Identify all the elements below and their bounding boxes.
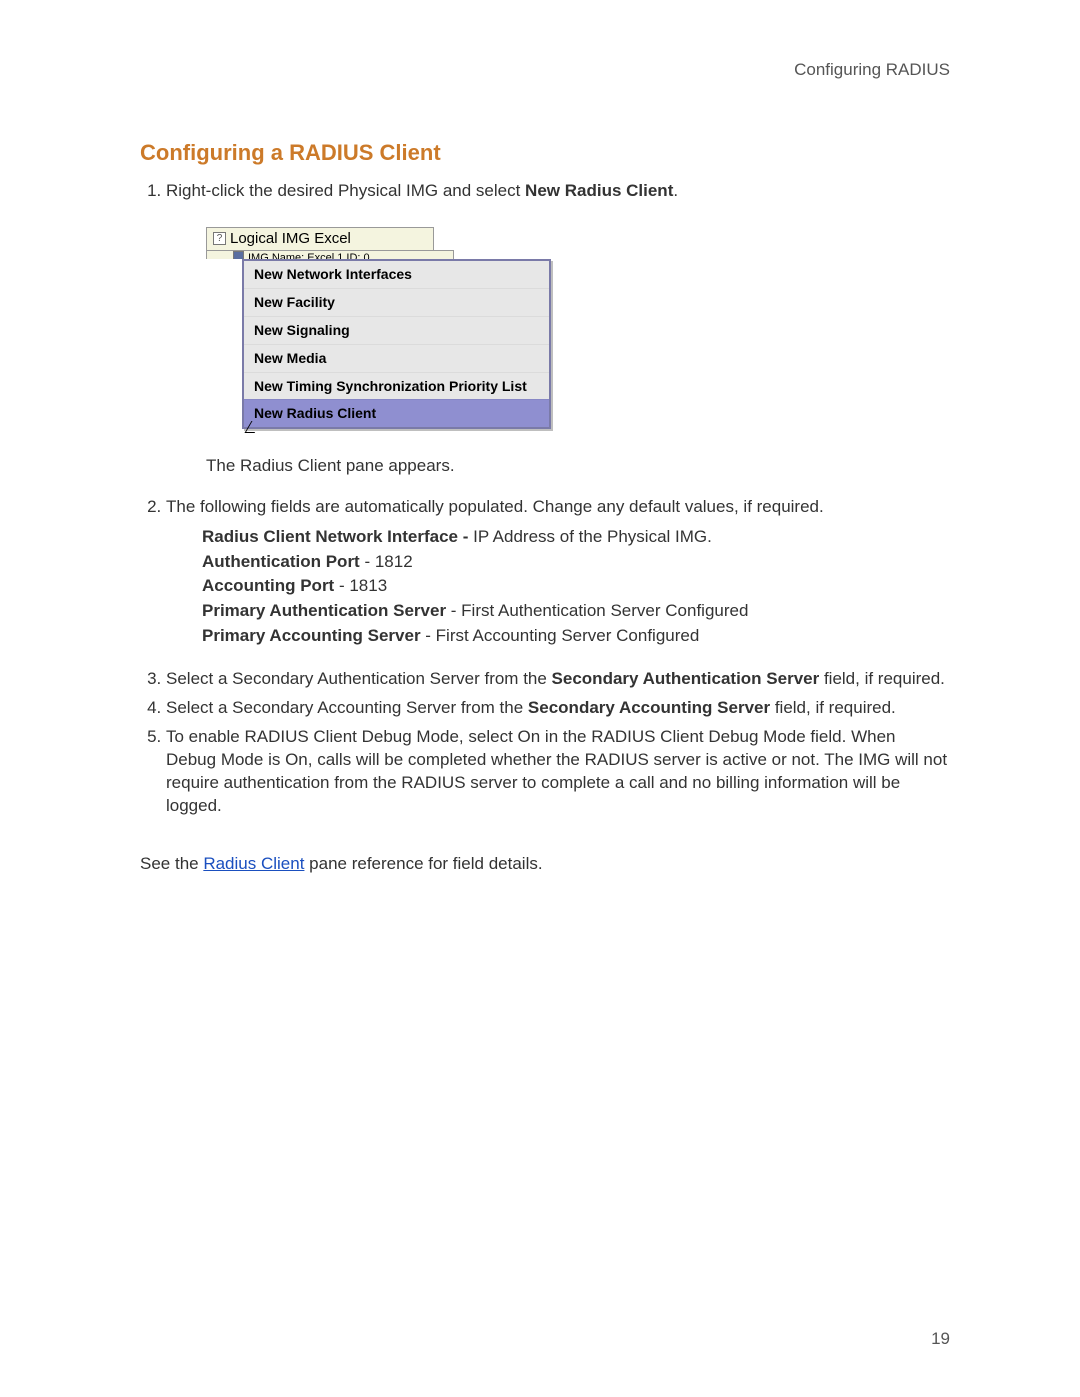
field-primary-auth: Primary Authentication Server - First Au…: [202, 599, 950, 624]
footer-after: pane reference for field details.: [304, 854, 542, 873]
field-rni-value: IP Address of the Physical IMG.: [468, 527, 711, 546]
field-primary-acct-value: - First Accounting Server Configured: [421, 626, 700, 645]
field-rni: Radius Client Network Interface - IP Add…: [202, 525, 950, 550]
tree-node-logical-img: ? Logical IMG Excel: [206, 227, 434, 250]
radius-client-link[interactable]: Radius Client: [203, 854, 304, 873]
running-header: Configuring RADIUS: [140, 60, 950, 80]
footer-before: See the: [140, 854, 203, 873]
step-2: The following fields are automatically p…: [166, 496, 950, 648]
step-1: Right-click the desired Physical IMG and…: [166, 180, 950, 478]
step-4b: Secondary Accounting Server: [528, 698, 770, 717]
field-primary-acct: Primary Accounting Server - First Accoun…: [202, 624, 950, 649]
step-3: Select a Secondary Authentication Server…: [166, 668, 950, 691]
field-primary-acct-label: Primary Accounting Server: [202, 626, 421, 645]
footer-reference: See the Radius Client pane reference for…: [140, 854, 950, 874]
field-rni-label: Radius Client Network Interface -: [202, 527, 468, 546]
field-auth-port-label: Authentication Port: [202, 552, 360, 571]
field-auth-port-value: - 1812: [360, 552, 413, 571]
tree-node-img-name: IMG Name: Excel 1 ID: 0: [206, 250, 454, 259]
tree-node-label: Logical IMG Excel: [230, 229, 351, 249]
step-1-text-a: Right-click the desired Physical IMG and…: [166, 181, 525, 200]
field-auth-port: Authentication Port - 1812: [202, 550, 950, 575]
step-1-bold: New Radius Client: [525, 181, 673, 200]
field-acct-port: Accounting Port - 1813: [202, 574, 950, 599]
steps-list: Right-click the desired Physical IMG and…: [166, 180, 950, 818]
field-acct-port-value: - 1813: [334, 576, 387, 595]
ctx-item-new-timing-sync[interactable]: New Timing Synchronization Priority List: [244, 372, 549, 400]
step-5: To enable RADIUS Client Debug Mode, sele…: [166, 726, 950, 818]
section-title: Configuring a RADIUS Client: [140, 140, 950, 166]
ctx-item-new-media[interactable]: New Media: [244, 344, 549, 372]
tree-collapse-icon: ?: [213, 232, 226, 245]
field-primary-auth-label: Primary Authentication Server: [202, 601, 446, 620]
tree-leaf-icon: [233, 251, 244, 259]
field-primary-auth-value: - First Authentication Server Configured: [446, 601, 748, 620]
context-menu: New Network Interfaces New Facility New …: [242, 259, 551, 429]
step-2-intro: The following fields are automatically p…: [166, 497, 824, 516]
ctx-item-new-radius-client[interactable]: New Radius Client: [244, 399, 549, 427]
context-menu-figure: ? Logical IMG Excel IMG Name: Excel 1 ID…: [206, 227, 950, 429]
step-1-result: The Radius Client pane appears.: [206, 455, 950, 478]
step-3b: Secondary Authentication Server: [552, 669, 820, 688]
step-4: Select a Secondary Accounting Server fro…: [166, 697, 950, 720]
step-1-text-b: .: [673, 181, 678, 200]
field-definitions: Radius Client Network Interface - IP Add…: [202, 525, 950, 648]
ctx-item-new-network-interfaces[interactable]: New Network Interfaces: [244, 261, 549, 288]
field-acct-port-label: Accounting Port: [202, 576, 334, 595]
step-3c: field, if required.: [819, 669, 945, 688]
ctx-item-new-signaling[interactable]: New Signaling: [244, 316, 549, 344]
tree-sub-label: IMG Name: Excel 1 ID: 0: [248, 251, 370, 259]
ctx-item-new-facility[interactable]: New Facility: [244, 288, 549, 316]
page-number: 19: [931, 1329, 950, 1349]
step-4a: Select a Secondary Accounting Server fro…: [166, 698, 528, 717]
step-4c: field, if required.: [770, 698, 896, 717]
step-3a: Select a Secondary Authentication Server…: [166, 669, 552, 688]
